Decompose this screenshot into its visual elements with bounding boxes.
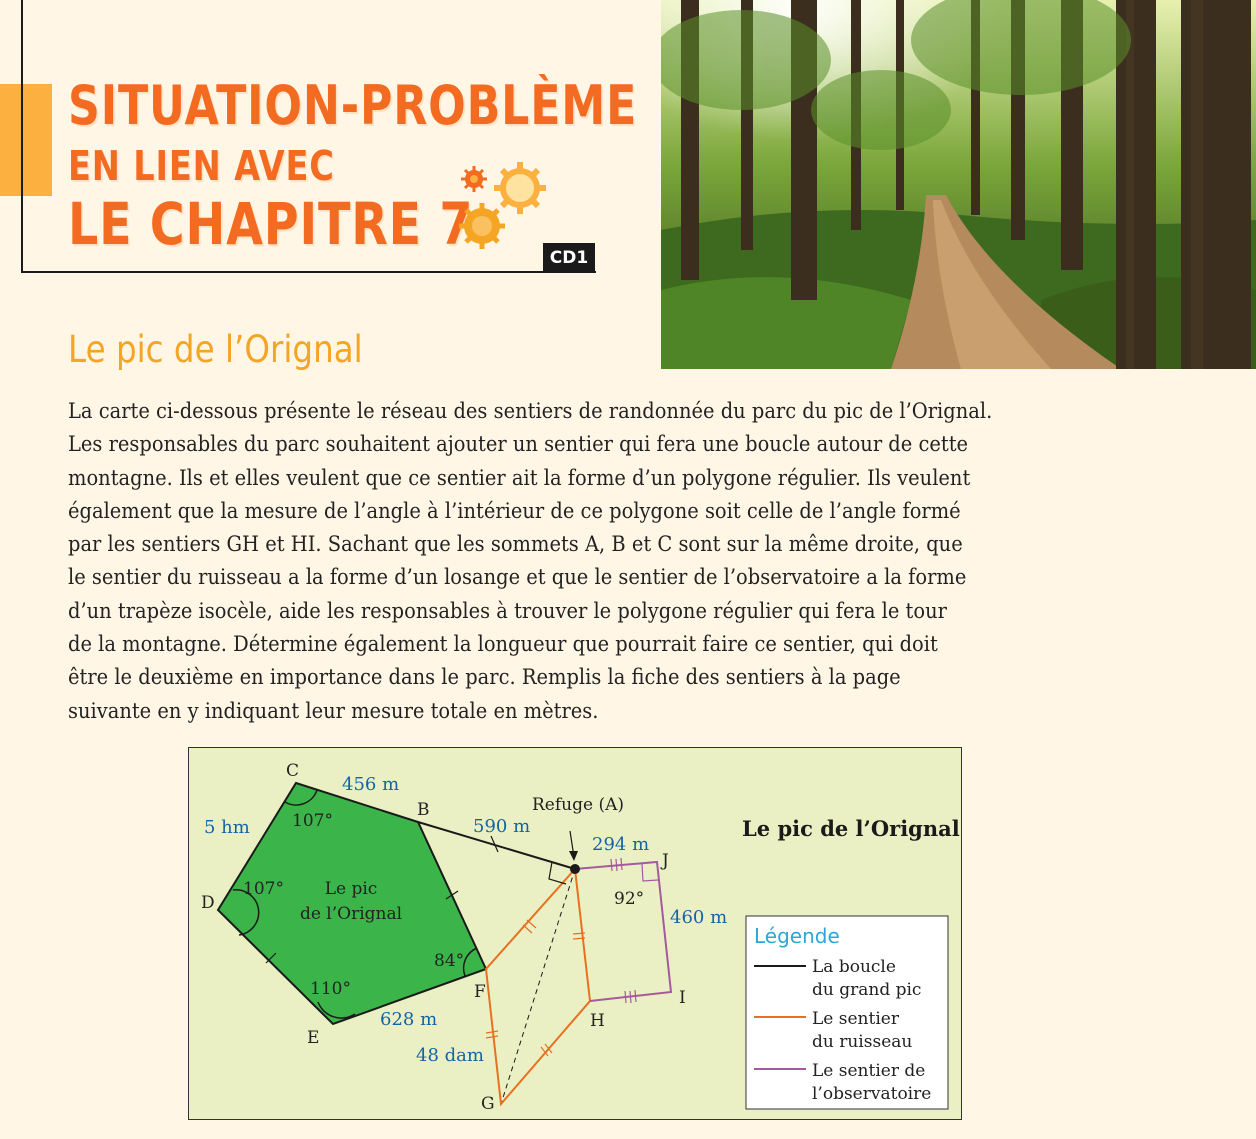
measure-aj: 294 m [592, 834, 649, 855]
header-line-1: SITUATION-PROBLÈME [68, 74, 638, 137]
header-line-3: LE CHAPITRE 7 [68, 190, 474, 258]
statement-line: le sentier du ruisseau a la forme d’un l… [68, 565, 967, 591]
section-title: Le pic de l’Orignal [68, 328, 363, 371]
legend-item-observatoire-line-1: Le sentier de [812, 1061, 925, 1081]
measure-ef: 628 m [380, 1009, 437, 1030]
statement-line: d’un trapèze isocèle, aide les responsab… [68, 598, 947, 624]
statement-line: suivante en y indiquant leur mesure tota… [68, 698, 599, 724]
angle-label-c: 107° [292, 811, 333, 831]
statement-line: par les sentiers GH et HI. Sachant que l… [68, 532, 963, 558]
refuge-point [570, 864, 580, 874]
measure-cb: 456 m [342, 774, 399, 795]
angle-label-f: 84° [434, 951, 464, 971]
point-label-e: E [307, 1028, 319, 1048]
forest-photo [661, 0, 1256, 369]
legend-title: Légende [754, 924, 840, 948]
gears-icon [459, 162, 546, 249]
angle-label-d: 107° [243, 879, 284, 899]
point-label-b: B [417, 800, 430, 820]
legend-item-ruisseau-line-1: Le sentier [812, 1009, 900, 1029]
point-label-i: I [679, 988, 686, 1008]
statement-line: Les responsables du parc souhaitent ajou… [68, 432, 969, 458]
trail-map: C B Refuge (A) D E F G H I J Le pic de l… [188, 747, 962, 1120]
statement-line: montagne. Ils et elles veulent que ce se… [68, 465, 971, 491]
measure-fg: 48 dam [416, 1045, 484, 1066]
measure-ji: 460 m [670, 907, 727, 928]
cd-badge: CD1 [543, 243, 595, 273]
legend-item-loop-line-1: La boucle [812, 957, 896, 977]
legend-item-observatoire-line-2: l’observatoire [812, 1084, 931, 1104]
header-line-2: EN LIEN AVEC [68, 142, 335, 190]
point-label-f: F [474, 982, 486, 1002]
angle-label-j: 92° [614, 889, 644, 909]
point-label-d: D [201, 893, 215, 913]
peak-label-line-2: de l’Orignal [300, 904, 402, 924]
problem-statement: La carte ci-dessous présente le réseau d… [68, 395, 1068, 728]
point-label-g: G [481, 1094, 495, 1114]
point-label-j: J [660, 851, 669, 871]
peak-label-line-1: Le pic [325, 879, 378, 899]
measure-cd: 5 hm [204, 817, 250, 838]
point-label-h: H [590, 1011, 605, 1031]
legend-item-ruisseau-line-2: du ruisseau [812, 1032, 912, 1052]
map-title: Le pic de l’Orignal [742, 816, 960, 841]
point-label-a: Refuge (A) [532, 795, 624, 815]
statement-line: également que la mesure de l’angle à l’i… [68, 498, 961, 524]
angle-label-e: 110° [310, 979, 351, 999]
measure-ba: 590 m [473, 816, 530, 837]
legend-item-loop-line-2: du grand pic [812, 980, 921, 1000]
statement-line: de la montagne. Détermine également la l… [68, 632, 938, 658]
point-label-c: C [286, 761, 299, 781]
statement-line: être le deuxième en importance dans le p… [68, 665, 901, 691]
statement-line: La carte ci-dessous présente le réseau d… [68, 399, 993, 424]
